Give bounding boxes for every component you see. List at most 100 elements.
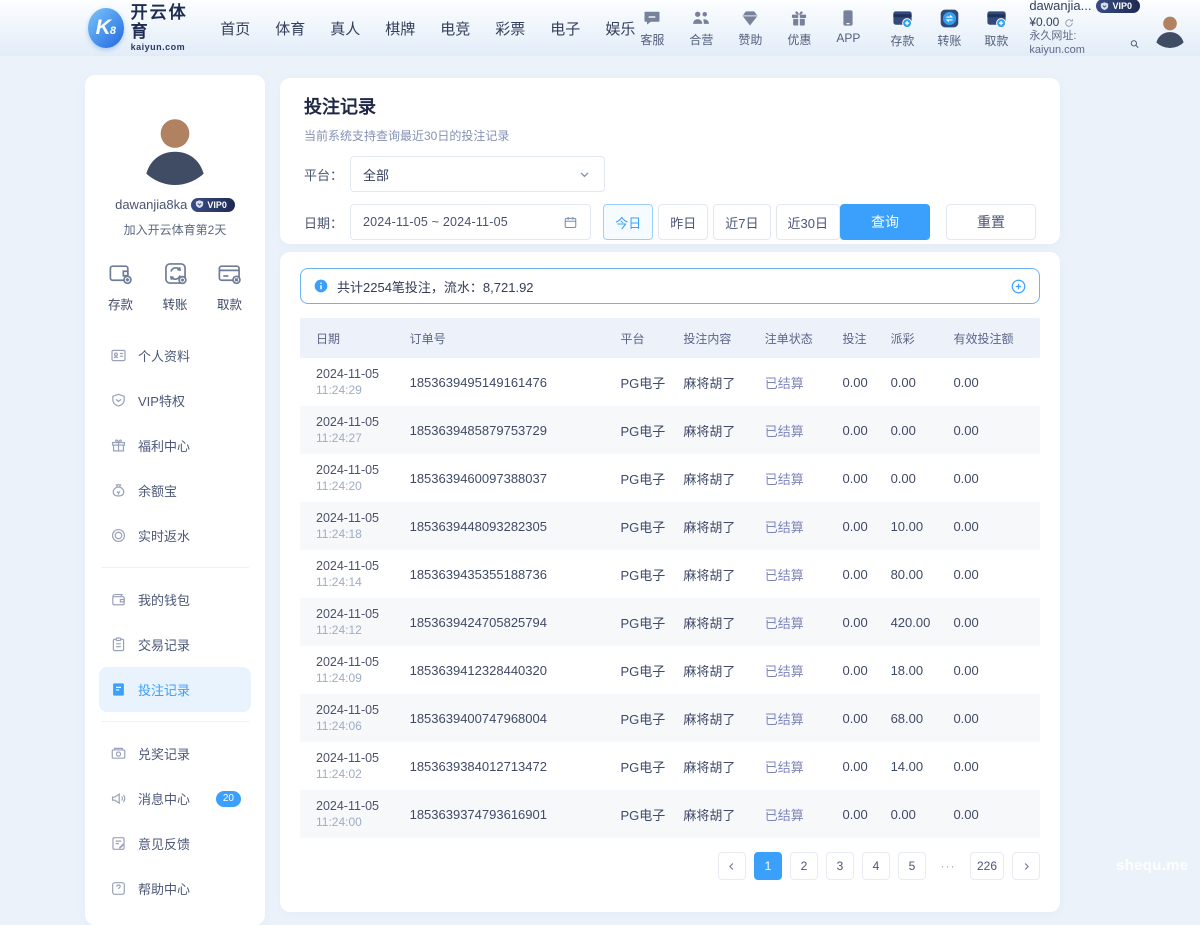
nav-link[interactable]: 彩票	[495, 18, 525, 39]
date-text: 2024-11-05	[316, 509, 398, 527]
cell-payout: 68.00	[885, 694, 948, 742]
navbar-avatar[interactable]	[1150, 8, 1190, 48]
cell-order-number: 1853639374793616901	[404, 790, 615, 838]
quick-action-exchange-outline-icon[interactable]: 转账	[162, 260, 189, 313]
range-button[interactable]: 近30日	[776, 204, 840, 240]
refresh-icon[interactable]	[1063, 17, 1075, 29]
range-button[interactable]: 昨日	[658, 204, 708, 240]
column-header: 投注内容	[677, 318, 758, 358]
sidebar-menu-item[interactable]: 意见反馈	[99, 821, 251, 866]
records-card: 共计2254笔投注，流水：8,721.92 日期订单号平台投注内容注单状态投注派…	[280, 252, 1060, 912]
platform-select[interactable]: 全部	[350, 156, 605, 192]
sidebar-menu-item[interactable]: 消息中心20	[99, 776, 251, 821]
quick-action-card-outline-icon[interactable]: 取款	[216, 260, 243, 313]
sidebar-menu-item[interactable]: 投注记录	[99, 667, 251, 712]
cell-order-number: 1853639384012713472	[404, 742, 615, 790]
page-button[interactable]: 4	[862, 852, 890, 880]
column-header: 平台	[615, 318, 678, 358]
cell-payout: 0.00	[885, 790, 948, 838]
plus-circle-icon[interactable]	[1010, 278, 1027, 295]
feedback-icon	[110, 835, 127, 852]
cell-platform: PG电子	[615, 502, 678, 550]
user-info-block[interactable]: dawanjia... VIP0 ¥0.00 永久网址: kaiyun.com	[1029, 0, 1140, 58]
nav-tool-item[interactable]: APP	[831, 8, 865, 48]
nav-link[interactable]: 首页	[220, 18, 250, 39]
sidebar-menu-item[interactable]: 交易记录	[99, 622, 251, 667]
chevron-left-icon	[725, 860, 738, 873]
top-navbar: K8 开云体育 kaiyun.com 首页 体育 真人 棋牌 电竞 彩票 电子 娱乐 客服合营…	[0, 0, 1200, 56]
cell-valid-amount: 0.00	[947, 742, 1040, 790]
sidebar-menu-item[interactable]: 福利中心	[99, 423, 251, 468]
nav-tool-item[interactable]: 合营	[684, 8, 718, 48]
sidebar-username: dawanjia8ka	[115, 197, 187, 212]
nav-tool-label: APP	[836, 31, 860, 45]
sidebar-menu-item[interactable]: 兑奖记录	[99, 731, 251, 776]
info-circle-icon	[313, 278, 329, 294]
watermark-text: shequ.me	[1116, 857, 1188, 874]
cell-payout: 18.00	[885, 646, 948, 694]
range-button[interactable]: 今日	[603, 204, 653, 240]
nav-wallet-item[interactable]: 转账	[932, 7, 966, 49]
cell-payout: 0.00	[885, 454, 948, 502]
wallet-outline-icon	[107, 260, 134, 287]
cell-payout: 0.00	[885, 406, 948, 454]
menu-item-label: 投注记录	[138, 680, 190, 699]
clipboard-icon	[110, 636, 127, 653]
cell-date: 2024-11-0511:24:14	[300, 550, 404, 598]
search-button[interactable]: 查询	[840, 204, 930, 240]
sidebar-menu-item[interactable]: 个人资料	[99, 333, 251, 378]
nav-wallet-item[interactable]: 存款	[885, 7, 919, 49]
magnifier-icon[interactable]	[1129, 38, 1140, 50]
page-button[interactable]: 2	[790, 852, 818, 880]
cell-valid-amount: 0.00	[947, 358, 1040, 406]
cell-platform: PG电子	[615, 694, 678, 742]
page-button[interactable]: 226	[970, 852, 1004, 880]
sidebar-menu-item[interactable]: VIP特权	[99, 378, 251, 423]
nav-wallet-item[interactable]: 取款	[979, 7, 1013, 49]
nav-link[interactable]: 棋牌	[385, 18, 415, 39]
page-button[interactable]: 3	[826, 852, 854, 880]
page-button[interactable]: 5	[898, 852, 926, 880]
menu-item-label: 帮助中心	[138, 879, 190, 898]
sidebar-menu-item[interactable]: 帮助中心	[99, 866, 251, 911]
chevron-right-icon	[1020, 860, 1033, 873]
next-page-button[interactable]	[1012, 852, 1040, 880]
nav-link[interactable]: 电竞	[440, 18, 470, 39]
range-button[interactable]: 近7日	[713, 204, 770, 240]
status-badge: 已结算	[765, 664, 804, 679]
nav-tool-item[interactable]: 优惠	[782, 8, 816, 48]
prev-page-button[interactable]	[718, 852, 746, 880]
cell-order-number: 1853639424705825794	[404, 598, 615, 646]
nav-link[interactable]: 体育	[275, 18, 305, 39]
cell-valid-amount: 0.00	[947, 550, 1040, 598]
reset-button[interactable]: 重置	[946, 204, 1036, 240]
nav-tool-label: 优惠	[787, 31, 811, 48]
cell-status: 已结算	[759, 742, 837, 790]
date-label: 日期：	[304, 213, 350, 232]
nav-link[interactable]: 娱乐	[605, 18, 635, 39]
date-text: 2024-11-05	[316, 797, 398, 815]
nav-tool-item[interactable]: 客服	[635, 8, 669, 48]
cell-status: 已结算	[759, 502, 837, 550]
cell-date: 2024-11-0511:24:02	[300, 742, 404, 790]
nav-link[interactable]: 电子	[550, 18, 580, 39]
quick-action-wallet-outline-icon[interactable]: 存款	[107, 260, 134, 313]
sidebar-menu-item[interactable]: 我的钱包	[99, 577, 251, 622]
cell-bet-amount: 0.00	[836, 454, 884, 502]
page-button[interactable]: 1	[754, 852, 782, 880]
nav-tool-item[interactable]: 赞助	[733, 8, 767, 48]
bet-records-table: 日期订单号平台投注内容注单状态投注派彩有效投注额 2024-11-0511:24…	[300, 318, 1040, 838]
sidebar-menu-item[interactable]: 实时返水	[99, 513, 251, 558]
date-range-input[interactable]: 2024-11-05 ~ 2024-11-05	[350, 204, 591, 240]
date-text: 2024-11-05	[316, 557, 398, 575]
cell-payout: 10.00	[885, 502, 948, 550]
site-logo[interactable]: K8 开云体育 kaiyun.com	[88, 4, 198, 51]
doc-icon	[110, 681, 127, 698]
card-outline-icon	[216, 260, 243, 287]
table-row: 2024-11-0511:24:201853639460097388037PG电…	[300, 454, 1040, 502]
cell-date: 2024-11-0511:24:09	[300, 646, 404, 694]
nav-link[interactable]: 真人	[330, 18, 360, 39]
cell-bet-amount: 0.00	[836, 550, 884, 598]
sidebar-avatar[interactable]	[133, 101, 217, 185]
sidebar-menu-item[interactable]: 余额宝	[99, 468, 251, 513]
